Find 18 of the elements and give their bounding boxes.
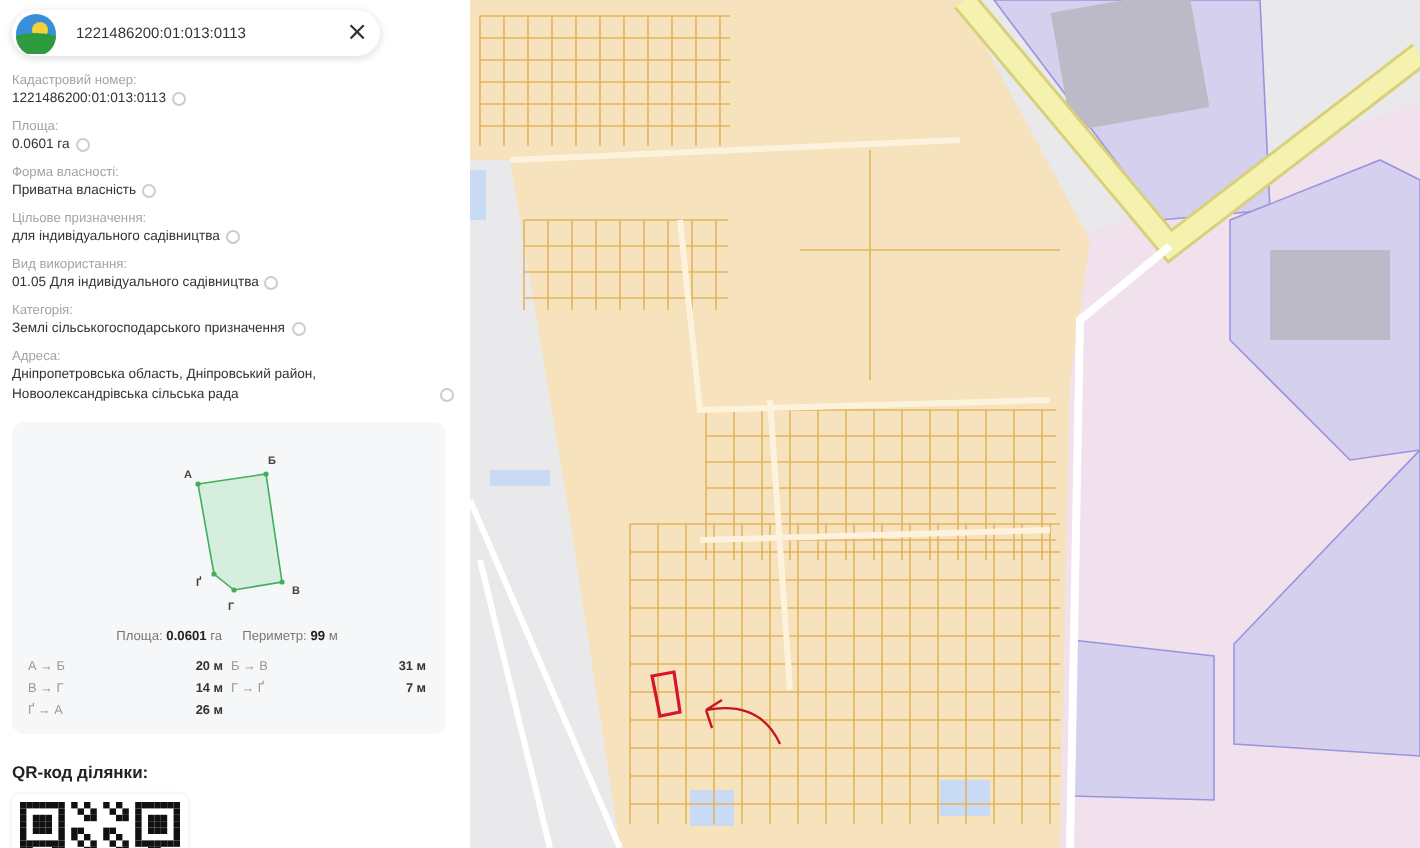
close-button[interactable]: × bbox=[346, 20, 368, 46]
vertex-point bbox=[230, 587, 236, 593]
info-icon[interactable] bbox=[264, 276, 279, 290]
qr-title: QR-код ділянки: bbox=[12, 762, 151, 782]
plot-shape bbox=[196, 473, 282, 591]
arrow-annotation bbox=[704, 698, 782, 746]
info-icon[interactable] bbox=[291, 322, 305, 336]
info-icon[interactable] bbox=[75, 138, 90, 152]
info-icon[interactable] bbox=[142, 184, 157, 198]
vertex-point bbox=[262, 471, 268, 477]
info-icon[interactable] bbox=[440, 388, 454, 402]
logo-icon bbox=[16, 13, 56, 53]
vertex-point bbox=[210, 571, 216, 577]
parcel-highlight bbox=[650, 670, 682, 718]
info-icon[interactable] bbox=[171, 92, 186, 106]
vertex-point bbox=[194, 481, 200, 487]
vertex-point bbox=[278, 579, 284, 585]
info-icon[interactable] bbox=[225, 230, 240, 244]
